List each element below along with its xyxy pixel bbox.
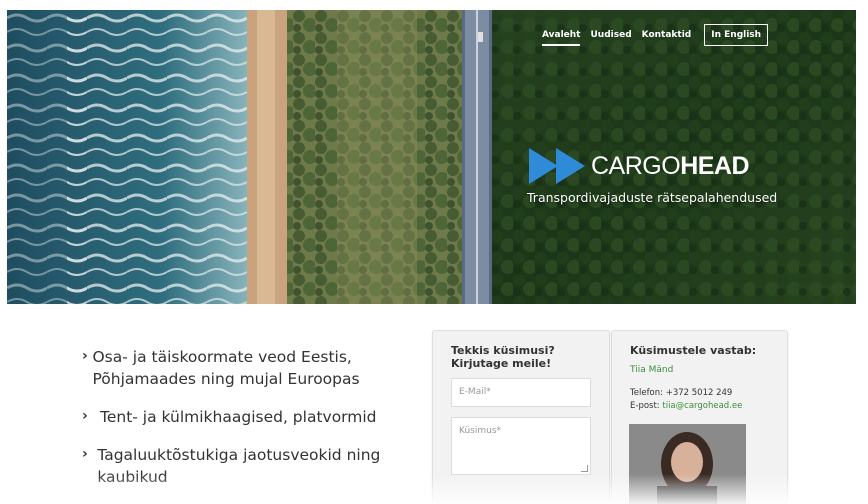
contact-phone: Telefon: +372 5012 249 (630, 387, 769, 400)
cargohead-logo[interactable]: CARGOHEAD (529, 148, 750, 184)
list-item: › Tent- ja külmikhaagised, platvormid (82, 406, 402, 428)
contact-name: Tiia Mänd (630, 365, 674, 375)
chevron-right-icon: › (82, 446, 88, 462)
nav-item-news[interactable]: Uudised (585, 24, 636, 46)
main-nav: Avaleht Uudised Kontaktid In English (537, 24, 769, 46)
hero-tagline: Transpordivajaduste rätsepalahendused (527, 190, 778, 205)
phone-label: Telefon: (630, 388, 664, 398)
benefit-text: Tagaluuktõstukiga jaotusveokid ning kaub… (97, 446, 381, 486)
email-label: E-post: (630, 401, 660, 411)
contact-person-card: Küsimustele vastab: Tiia Mänd Telefon: +… (611, 330, 788, 504)
person-portrait-icon (629, 424, 746, 504)
list-item: › Osa- ja täiskoormate veod Eestis, Põhj… (82, 346, 402, 390)
chevron-right-icon: › (82, 408, 88, 424)
phone-value[interactable]: +372 5012 249 (666, 388, 733, 398)
contact-email: E-post: tiia@cargohead.ee (630, 400, 769, 413)
benefits-list: › Osa- ja täiskoormate veod Eestis, Põhj… (82, 346, 402, 504)
list-item: › Tagaluuktõstukiga jaotusveokid ning ka… (82, 444, 402, 488)
benefit-text: Tent- ja külmikhaagised, platvormid (100, 408, 377, 426)
logo-wordmark: CARGOHEAD (591, 151, 750, 180)
form-title: Tekkis küsimusi? Kirjutage meile! (451, 344, 555, 370)
nav-item-contacts[interactable]: Kontaktid (637, 24, 697, 46)
benefit-text: Osa- ja täiskoormate veod Eestis, Põhjam… (92, 348, 360, 388)
chevron-right-icon: › (82, 348, 88, 364)
contact-form-card: Tekkis küsimusi? Kirjutage meile! E-Mail… (432, 330, 610, 504)
english-language-button[interactable]: In English (704, 24, 769, 46)
hero-banner: Avaleht Uudised Kontaktid In English CAR… (7, 10, 856, 304)
email-field[interactable]: E-Mail* (451, 378, 591, 407)
contact-title: Küsimustele vastab: (630, 344, 757, 357)
nav-item-home[interactable]: Avaleht (537, 24, 585, 46)
email-link[interactable]: tiia@cargohead.ee (662, 401, 742, 411)
double-arrow-icon (529, 148, 585, 184)
contact-photo (629, 424, 746, 504)
question-textarea[interactable]: Küsimus* (451, 417, 591, 475)
